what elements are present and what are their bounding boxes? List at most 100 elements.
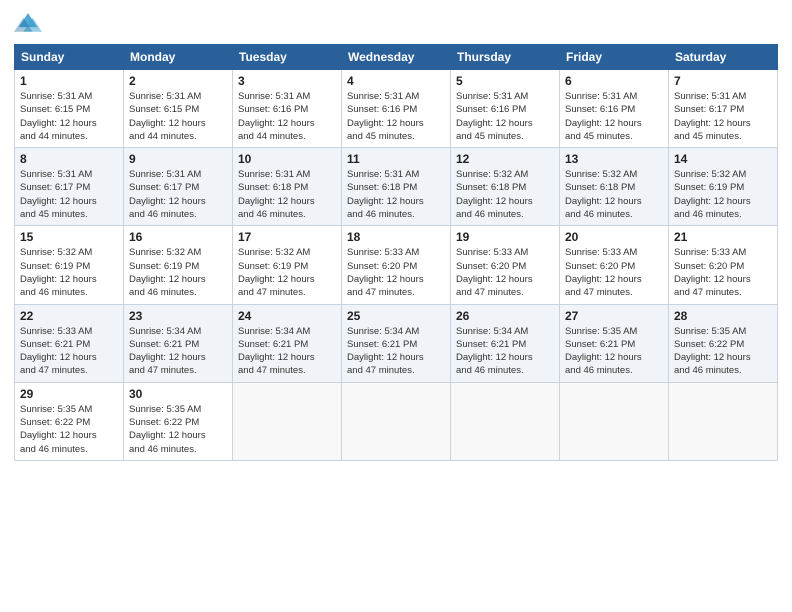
calendar-cell: 10 Sunrise: 5:31 AMSunset: 6:18 PMDaylig… (233, 148, 342, 226)
day-info: Sunrise: 5:35 AMSunset: 6:22 PMDaylight:… (129, 404, 206, 455)
calendar-cell: 14 Sunrise: 5:32 AMSunset: 6:19 PMDaylig… (669, 148, 778, 226)
day-number: 2 (129, 74, 227, 88)
day-number: 20 (565, 230, 663, 244)
calendar-cell: 8 Sunrise: 5:31 AMSunset: 6:17 PMDayligh… (15, 148, 124, 226)
calendar-cell: 25 Sunrise: 5:34 AMSunset: 6:21 PMDaylig… (342, 304, 451, 382)
day-number: 6 (565, 74, 663, 88)
header-row (14, 10, 778, 38)
day-info: Sunrise: 5:35 AMSunset: 6:22 PMDaylight:… (20, 404, 97, 455)
calendar-cell: 20 Sunrise: 5:33 AMSunset: 6:20 PMDaylig… (560, 226, 669, 304)
calendar-week-4: 22 Sunrise: 5:33 AMSunset: 6:21 PMDaylig… (15, 304, 778, 382)
day-info: Sunrise: 5:31 AMSunset: 6:15 PMDaylight:… (20, 91, 97, 142)
day-number: 8 (20, 152, 118, 166)
calendar-cell: 17 Sunrise: 5:32 AMSunset: 6:19 PMDaylig… (233, 226, 342, 304)
day-number: 26 (456, 309, 554, 323)
day-header-thursday: Thursday (451, 45, 560, 70)
day-info: Sunrise: 5:33 AMSunset: 6:20 PMDaylight:… (565, 247, 642, 298)
day-number: 23 (129, 309, 227, 323)
day-info: Sunrise: 5:33 AMSunset: 6:20 PMDaylight:… (456, 247, 533, 298)
day-info: Sunrise: 5:31 AMSunset: 6:17 PMDaylight:… (674, 91, 751, 142)
day-number: 12 (456, 152, 554, 166)
day-number: 1 (20, 74, 118, 88)
day-info: Sunrise: 5:31 AMSunset: 6:17 PMDaylight:… (20, 169, 97, 220)
calendar-week-2: 8 Sunrise: 5:31 AMSunset: 6:17 PMDayligh… (15, 148, 778, 226)
calendar-cell: 1 Sunrise: 5:31 AMSunset: 6:15 PMDayligh… (15, 70, 124, 148)
calendar-cell: 23 Sunrise: 5:34 AMSunset: 6:21 PMDaylig… (124, 304, 233, 382)
calendar-cell: 6 Sunrise: 5:31 AMSunset: 6:16 PMDayligh… (560, 70, 669, 148)
day-info: Sunrise: 5:31 AMSunset: 6:18 PMDaylight:… (238, 169, 315, 220)
day-info: Sunrise: 5:35 AMSunset: 6:22 PMDaylight:… (674, 326, 751, 377)
day-number: 10 (238, 152, 336, 166)
day-number: 11 (347, 152, 445, 166)
day-info: Sunrise: 5:32 AMSunset: 6:18 PMDaylight:… (456, 169, 533, 220)
calendar-cell (342, 382, 451, 460)
day-number: 22 (20, 309, 118, 323)
day-header-tuesday: Tuesday (233, 45, 342, 70)
day-number: 4 (347, 74, 445, 88)
calendar-cell (451, 382, 560, 460)
day-info: Sunrise: 5:32 AMSunset: 6:19 PMDaylight:… (674, 169, 751, 220)
day-info: Sunrise: 5:34 AMSunset: 6:21 PMDaylight:… (238, 326, 315, 377)
day-header-friday: Friday (560, 45, 669, 70)
day-number: 16 (129, 230, 227, 244)
page-container: SundayMondayTuesdayWednesdayThursdayFrid… (0, 0, 792, 612)
calendar-cell: 9 Sunrise: 5:31 AMSunset: 6:17 PMDayligh… (124, 148, 233, 226)
day-header-sunday: Sunday (15, 45, 124, 70)
logo-icon (14, 10, 42, 38)
calendar-cell: 22 Sunrise: 5:33 AMSunset: 6:21 PMDaylig… (15, 304, 124, 382)
calendar-cell: 7 Sunrise: 5:31 AMSunset: 6:17 PMDayligh… (669, 70, 778, 148)
day-number: 7 (674, 74, 772, 88)
day-info: Sunrise: 5:35 AMSunset: 6:21 PMDaylight:… (565, 326, 642, 377)
calendar-table: SundayMondayTuesdayWednesdayThursdayFrid… (14, 44, 778, 461)
day-number: 27 (565, 309, 663, 323)
calendar-cell: 4 Sunrise: 5:31 AMSunset: 6:16 PMDayligh… (342, 70, 451, 148)
day-number: 18 (347, 230, 445, 244)
calendar-cell: 24 Sunrise: 5:34 AMSunset: 6:21 PMDaylig… (233, 304, 342, 382)
day-info: Sunrise: 5:32 AMSunset: 6:19 PMDaylight:… (20, 247, 97, 298)
day-info: Sunrise: 5:34 AMSunset: 6:21 PMDaylight:… (129, 326, 206, 377)
calendar-cell: 28 Sunrise: 5:35 AMSunset: 6:22 PMDaylig… (669, 304, 778, 382)
day-info: Sunrise: 5:34 AMSunset: 6:21 PMDaylight:… (347, 326, 424, 377)
calendar-cell: 29 Sunrise: 5:35 AMSunset: 6:22 PMDaylig… (15, 382, 124, 460)
day-number: 13 (565, 152, 663, 166)
calendar-week-5: 29 Sunrise: 5:35 AMSunset: 6:22 PMDaylig… (15, 382, 778, 460)
day-info: Sunrise: 5:33 AMSunset: 6:21 PMDaylight:… (20, 326, 97, 377)
day-number: 3 (238, 74, 336, 88)
day-number: 5 (456, 74, 554, 88)
logo (14, 10, 46, 38)
day-info: Sunrise: 5:31 AMSunset: 6:16 PMDaylight:… (456, 91, 533, 142)
calendar-cell: 18 Sunrise: 5:33 AMSunset: 6:20 PMDaylig… (342, 226, 451, 304)
day-info: Sunrise: 5:31 AMSunset: 6:16 PMDaylight:… (347, 91, 424, 142)
day-number: 25 (347, 309, 445, 323)
calendar-cell: 21 Sunrise: 5:33 AMSunset: 6:20 PMDaylig… (669, 226, 778, 304)
calendar-cell: 26 Sunrise: 5:34 AMSunset: 6:21 PMDaylig… (451, 304, 560, 382)
calendar-cell: 3 Sunrise: 5:31 AMSunset: 6:16 PMDayligh… (233, 70, 342, 148)
day-info: Sunrise: 5:31 AMSunset: 6:15 PMDaylight:… (129, 91, 206, 142)
day-info: Sunrise: 5:32 AMSunset: 6:19 PMDaylight:… (238, 247, 315, 298)
day-header-monday: Monday (124, 45, 233, 70)
calendar-week-3: 15 Sunrise: 5:32 AMSunset: 6:19 PMDaylig… (15, 226, 778, 304)
day-info: Sunrise: 5:31 AMSunset: 6:17 PMDaylight:… (129, 169, 206, 220)
day-info: Sunrise: 5:32 AMSunset: 6:18 PMDaylight:… (565, 169, 642, 220)
day-number: 9 (129, 152, 227, 166)
day-number: 28 (674, 309, 772, 323)
calendar-cell: 13 Sunrise: 5:32 AMSunset: 6:18 PMDaylig… (560, 148, 669, 226)
day-number: 19 (456, 230, 554, 244)
day-info: Sunrise: 5:32 AMSunset: 6:19 PMDaylight:… (129, 247, 206, 298)
day-info: Sunrise: 5:33 AMSunset: 6:20 PMDaylight:… (347, 247, 424, 298)
day-info: Sunrise: 5:31 AMSunset: 6:16 PMDaylight:… (565, 91, 642, 142)
calendar-cell: 19 Sunrise: 5:33 AMSunset: 6:20 PMDaylig… (451, 226, 560, 304)
day-number: 15 (20, 230, 118, 244)
header-row-days: SundayMondayTuesdayWednesdayThursdayFrid… (15, 45, 778, 70)
day-number: 14 (674, 152, 772, 166)
calendar-cell: 5 Sunrise: 5:31 AMSunset: 6:16 PMDayligh… (451, 70, 560, 148)
calendar-week-1: 1 Sunrise: 5:31 AMSunset: 6:15 PMDayligh… (15, 70, 778, 148)
day-info: Sunrise: 5:34 AMSunset: 6:21 PMDaylight:… (456, 326, 533, 377)
calendar-cell: 27 Sunrise: 5:35 AMSunset: 6:21 PMDaylig… (560, 304, 669, 382)
calendar-cell (560, 382, 669, 460)
calendar-cell: 11 Sunrise: 5:31 AMSunset: 6:18 PMDaylig… (342, 148, 451, 226)
day-info: Sunrise: 5:33 AMSunset: 6:20 PMDaylight:… (674, 247, 751, 298)
day-number: 29 (20, 387, 118, 401)
day-number: 21 (674, 230, 772, 244)
calendar-cell: 15 Sunrise: 5:32 AMSunset: 6:19 PMDaylig… (15, 226, 124, 304)
